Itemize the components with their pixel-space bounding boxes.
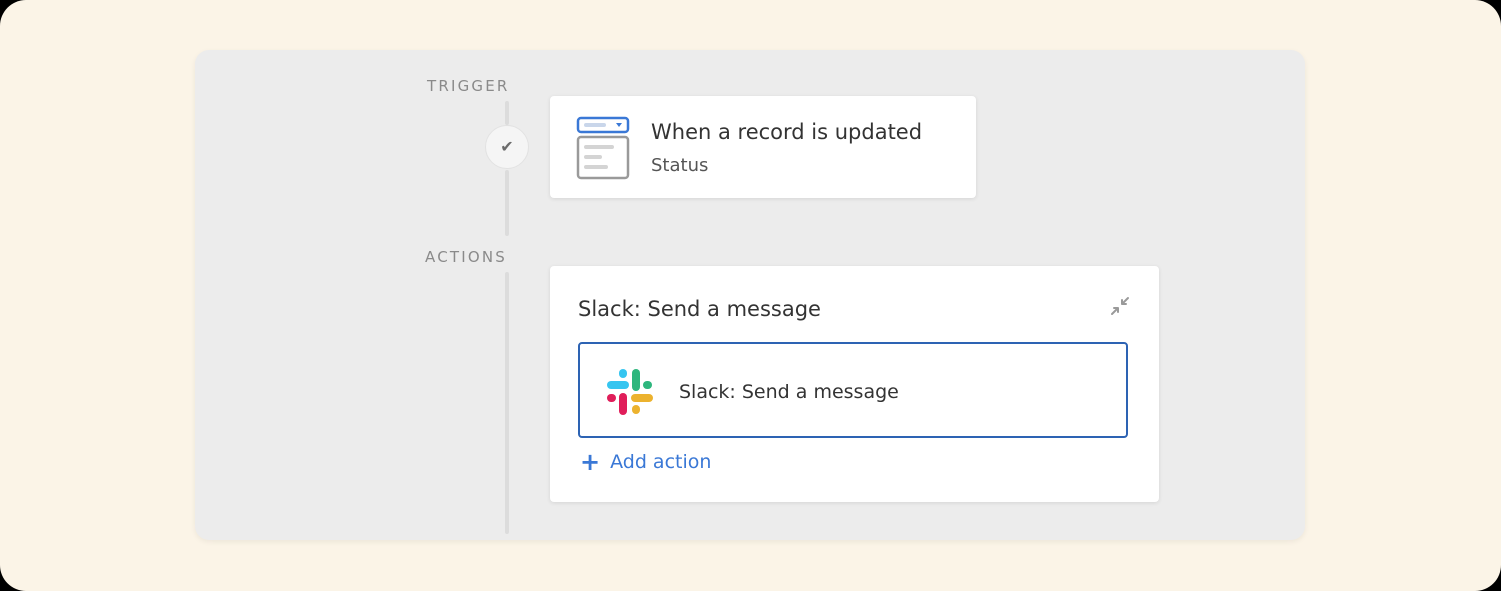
action-card: Slack: Send a message Slack: Send a mess… (550, 266, 1159, 502)
action-card-title: Slack: Send a message (578, 297, 821, 321)
trigger-title: When a record is updated (651, 120, 923, 144)
timeline-rail (505, 170, 509, 236)
trigger-section-label: TRIGGER (427, 77, 510, 95)
trigger-card[interactable]: When a record is updated Status (550, 96, 976, 198)
plus-icon: + (580, 448, 601, 476)
timeline-rail (505, 101, 509, 125)
app-frame: TRIGGER ✔ ACTIONS When a record is updat… (0, 0, 1501, 591)
slack-step-label: Slack: Send a message (679, 381, 899, 403)
trigger-subtitle: Status (651, 155, 709, 176)
add-action-label: Add action (610, 451, 712, 473)
record-form-icon (576, 116, 630, 180)
slack-icon (607, 369, 653, 415)
trigger-check-icon: ✔ (485, 125, 529, 169)
add-action-button[interactable]: + Add action (580, 450, 711, 474)
slack-step[interactable]: Slack: Send a message (578, 342, 1128, 438)
collapse-icon[interactable] (1109, 295, 1131, 317)
actions-section-label: ACTIONS (425, 248, 508, 266)
timeline-rail (505, 272, 509, 534)
